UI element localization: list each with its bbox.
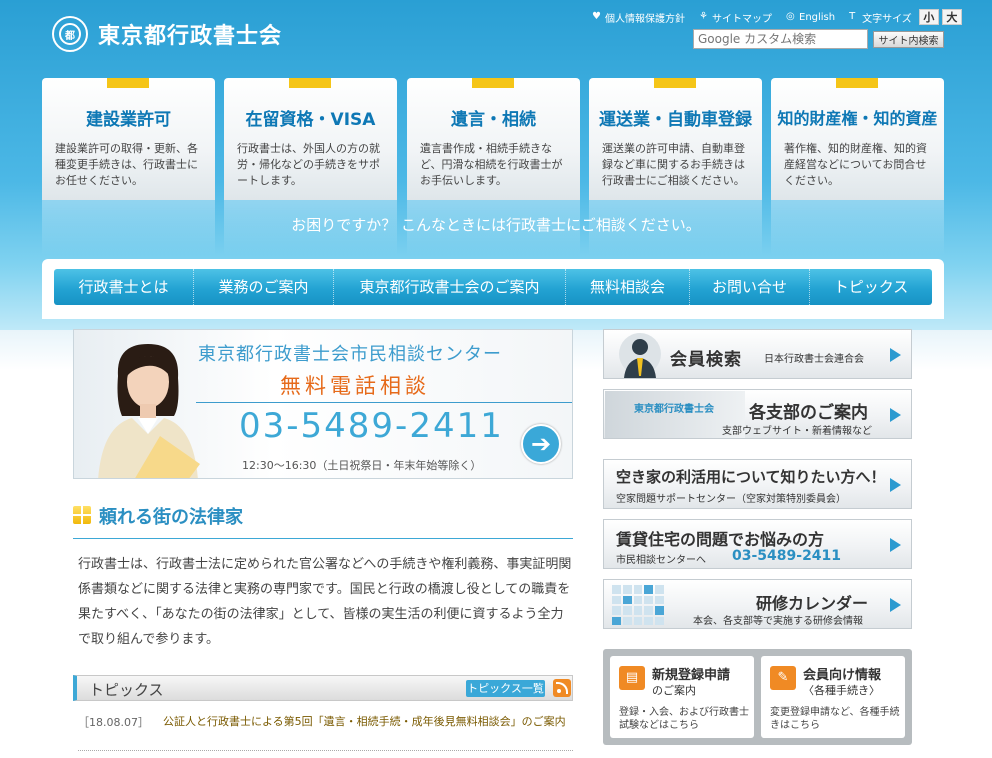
- heart-icon: ♥: [592, 11, 601, 22]
- card-tab: [107, 78, 149, 88]
- rental-housing-tel: 03-5489-2411: [732, 548, 842, 564]
- font-size-control: T 文字サイズ: [849, 11, 912, 25]
- vacant-house-sub: 空家問題サポートセンター（空家対策特別委員会）: [616, 494, 846, 505]
- clipboard-icon: ▤: [619, 666, 645, 690]
- card-ip[interactable]: 知的財産権・知的資産 著作権、知的財産権、知的資産経営などについてお問合せくださ…: [771, 78, 944, 255]
- card-tab: [654, 78, 696, 88]
- nav-services[interactable]: 業務のご案内: [194, 269, 334, 305]
- intro-text: 行政書士は、行政書士法に定められた官公署などへの手続きや権利義務、事実証明関係書…: [78, 557, 572, 647]
- globe-icon: ◎: [786, 11, 795, 22]
- card-desc: 運送業の許可申請、自動車登録など車に関するお手続きは行政書士にご相談ください。: [602, 142, 745, 187]
- calendar-icon: [612, 585, 664, 625]
- training-calendar-button[interactable]: 研修カレンダー 本会、各支部等で実施する研修会情報: [603, 579, 912, 629]
- member-search-sub: 日本行政書士会連合会: [764, 354, 864, 365]
- nav-topics[interactable]: トピックス: [810, 269, 932, 305]
- section-title: 頼れる街の法律家: [99, 507, 243, 528]
- training-calendar-sub: 本会、各支部等で実施する研修会情報: [693, 616, 863, 627]
- privacy-link[interactable]: ♥ 個人情報保護方針: [592, 10, 685, 25]
- topic-item[interactable]: ［18.08.07］ 公証人と行政書士による第5回「遺言・相続手続・成年後見無料…: [78, 714, 573, 730]
- card-title: 運送業・自動車登録: [599, 110, 752, 130]
- banner-hours: 12:30〜16:30（土日祝祭日・年末年始等除く）: [242, 459, 482, 472]
- site-search: サイト内検索: [693, 29, 944, 49]
- consultant-photo: [98, 344, 200, 478]
- card-inheritance[interactable]: 遺言・相続 遺言書作成・相続手続きなど、円滑な相続を行政書士がお手伝いします。: [407, 78, 580, 255]
- font-small-button[interactable]: 小: [918, 9, 939, 25]
- sitemap-icon: ⚘: [699, 11, 708, 22]
- member-info-sub: 〈各種手続き〉: [803, 684, 880, 697]
- card-desc: 著作権、知的財産権、知的資産経営などについてお問合せください。: [784, 142, 927, 187]
- card-construction[interactable]: 建設業許可 建設業許可の取得・更新、各種変更手続きは、行政書士にお任せください。: [42, 78, 215, 255]
- site-title: 東京都行政書士会: [98, 24, 283, 49]
- section-heading: 頼れる街の法律家: [73, 503, 573, 539]
- topics-list-button[interactable]: トピックス一覧: [466, 680, 545, 697]
- member-info-title: 会員向け情報: [803, 668, 882, 683]
- english-link[interactable]: ◎ English: [786, 12, 835, 23]
- topic-link[interactable]: 公証人と行政書士による第5回「遺言・相続手続・成年後見無料相談会」のご案内: [163, 714, 571, 730]
- rental-housing-title: 賃貸住宅の問題でお悩みの方: [616, 530, 825, 549]
- chevron-right-icon: [890, 598, 901, 612]
- font-size-icon: T: [849, 11, 856, 22]
- vacant-house-button[interactable]: 空き家の利活用について知りたい方へ！ 空家問題サポートセンター（空家対策特別委員…: [603, 459, 912, 509]
- card-title: 在留資格・VISA: [245, 110, 376, 130]
- branches-button[interactable]: 東京都行政書士会 各支部のご案内 支部ウェブサイト・新着情報など: [603, 389, 912, 439]
- new-registration-desc: 登録・入会、および行政書士試験などはこちら: [619, 707, 749, 731]
- nav-about[interactable]: 行政書士とは: [54, 269, 194, 305]
- chevron-right-icon: [890, 348, 901, 362]
- member-search-button[interactable]: 会員検索 日本行政書士会連合会: [603, 329, 912, 379]
- branches-tag: 東京都行政書士会: [634, 404, 714, 415]
- rss-icon[interactable]: [553, 679, 571, 697]
- nav-free-consultation[interactable]: 無料相談会: [566, 269, 690, 305]
- nav-contact[interactable]: お問い合せ: [690, 269, 810, 305]
- font-large-button[interactable]: 大: [941, 9, 962, 25]
- topic-date: ［18.08.07］: [78, 716, 149, 729]
- phone-consultation-banner[interactable]: 東京都行政書士会市民相談センター 無料電話相談 03-5489-2411 12:…: [73, 329, 573, 479]
- card-tab: [289, 78, 331, 88]
- rental-housing-button[interactable]: 賃貸住宅の問題でお悩みの方 市民相談センターへ 03-5489-2411: [603, 519, 912, 569]
- new-registration-button[interactable]: ▤ 新規登録申請 のご案内 登録・入会、および行政書士試験などはこちら: [610, 656, 754, 738]
- vacant-house-title: 空き家の利活用について知りたい方へ！: [616, 468, 886, 486]
- utility-links: ♥ 個人情報保護方針 ⚘ サイトマップ ◎ English T 文字サイズ 小 大: [592, 9, 962, 25]
- member-info-button[interactable]: ✎ 会員向け情報 〈各種手続き〉 変更登録申請など、各種手続きはこちら: [761, 656, 905, 738]
- topics-title: トピックス: [89, 681, 164, 699]
- new-registration-sub: のご案内: [652, 684, 696, 697]
- card-tab: [836, 78, 878, 88]
- rental-housing-sub: 市民相談センターへ: [616, 555, 706, 566]
- search-button[interactable]: サイト内検索: [873, 30, 944, 48]
- nav-association[interactable]: 東京都行政書士会のご案内: [334, 269, 566, 305]
- global-nav: 行政書士とは 業務のご案内 東京都行政書士会のご案内 無料相談会 お問い合せ ト…: [54, 269, 932, 305]
- new-registration-title: 新規登録申請: [652, 668, 731, 683]
- emblem-icon: 都: [52, 16, 88, 52]
- member-avatar-icon: [619, 333, 661, 378]
- branches-sub: 支部ウェブサイト・新着情報など: [722, 426, 872, 437]
- card-title: 知的財産権・知的資産: [777, 109, 938, 128]
- pencil-icon: ✎: [770, 666, 796, 690]
- nav-container: 行政書士とは 業務のご案内 東京都行政書士会のご案内 無料相談会 お問い合せ ト…: [42, 259, 944, 319]
- card-visa[interactable]: 在留資格・VISA 行政書士は、外国人の方の就労・帰化などの手続きをサポートしま…: [224, 78, 397, 255]
- arrow-right-icon[interactable]: ➔: [521, 424, 561, 464]
- card-title: 遺言・相続: [451, 110, 536, 130]
- banner-phone-number: 03-5489-2411: [239, 406, 504, 446]
- chevron-right-icon: [890, 408, 901, 422]
- card-desc: 遺言書作成・相続手続きなど、円滑な相続を行政書士がお手伝いします。: [420, 142, 563, 187]
- sitemap-link[interactable]: ⚘ サイトマップ: [699, 10, 772, 25]
- member-search-title: 会員検索: [670, 350, 742, 370]
- chevron-right-icon: [890, 478, 901, 492]
- card-desc: 建設業許可の取得・更新、各種変更手続きは、行政書士にお任せください。: [55, 142, 198, 187]
- window-icon: [73, 506, 91, 524]
- search-input[interactable]: [693, 29, 868, 49]
- member-info-desc: 変更登録申請など、各種手続きはこちら: [770, 707, 900, 731]
- branches-title: 各支部のご案内: [749, 403, 868, 423]
- chevron-right-icon: [890, 538, 901, 552]
- registration-panel: ▤ 新規登録申請 のご案内 登録・入会、および行政書士試験などはこちら ✎ 会員…: [603, 649, 912, 745]
- help-text: お困りですか？ こんなときには行政書士にご相談ください。: [291, 216, 701, 234]
- card-transport[interactable]: 運送業・自動車登録 運送業の許可申請、自動車登録など車に関するお手続きは行政書士…: [589, 78, 762, 255]
- banner-free-phone: 無料電話相談: [280, 374, 430, 398]
- card-tab: [472, 78, 514, 88]
- topics-header: トピックス トピックス一覧: [73, 675, 573, 701]
- card-title: 建設業許可: [86, 110, 171, 130]
- training-calendar-title: 研修カレンダー: [756, 594, 869, 613]
- banner-center-name: 東京都行政書士会市民相談センター: [198, 344, 502, 365]
- card-desc: 行政書士は、外国人の方の就労・帰化などの手続きをサポートします。: [237, 142, 380, 187]
- site-logo[interactable]: 都 東京都行政書士会: [52, 16, 282, 52]
